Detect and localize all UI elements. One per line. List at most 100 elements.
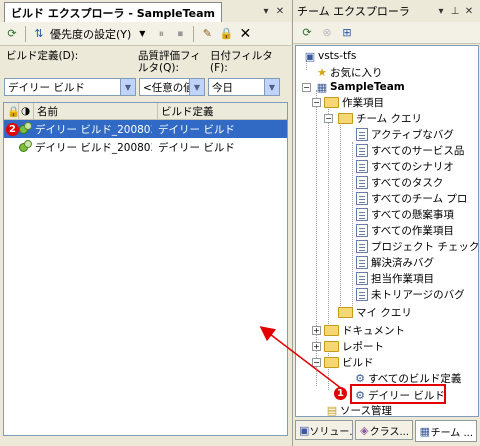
folder-icon bbox=[324, 324, 339, 336]
folder-icon bbox=[338, 306, 353, 318]
column-name[interactable]: 名前 bbox=[34, 103, 158, 119]
query-icon bbox=[356, 223, 368, 237]
tree-query[interactable]: 解決済みバグ bbox=[356, 254, 434, 270]
build-name: デイリー ビルド_20080313.2 bbox=[35, 123, 152, 136]
window-position-icon[interactable]: ▾ bbox=[259, 6, 273, 17]
folder-icon bbox=[324, 340, 339, 352]
priority-icon: ⇅ bbox=[34, 27, 44, 40]
tree-favorites[interactable]: ★ お気に入り bbox=[314, 64, 382, 80]
tree-query[interactable]: すべての作業項目 bbox=[356, 222, 454, 238]
tree-team-queries[interactable]: チーム クエリ bbox=[338, 110, 422, 126]
tree-reports[interactable]: レポート bbox=[324, 338, 384, 354]
daily-build-highlight bbox=[350, 384, 446, 404]
pin-icon[interactable]: ⊥ bbox=[448, 6, 462, 17]
folder-open-icon bbox=[338, 112, 353, 124]
tree-query[interactable]: すべてのサービス品 bbox=[356, 142, 464, 158]
window-position-icon[interactable]: ▾ bbox=[434, 6, 448, 17]
cancel-icon[interactable]: ⊗ bbox=[319, 25, 335, 41]
column-definition[interactable]: ビルド定義 bbox=[158, 103, 287, 119]
collapse-icon[interactable]: − bbox=[302, 83, 311, 92]
close-icon[interactable]: ✕ bbox=[462, 6, 476, 17]
filter-row: デイリー ビルド ▼ <任意の値> ▼ 今日 ▼ bbox=[0, 76, 291, 98]
team-explorer-toolbar: ⟳ ⊗ ⊞ bbox=[293, 22, 480, 44]
tree-my-queries[interactable]: マイ クエリ bbox=[338, 304, 412, 320]
team-explorer-pane: チーム エクスプローラ ▾ ⊥ ✕ ⟳ ⊗ ⊞ ▣ vsts-tfs ★ お気に… bbox=[292, 0, 480, 446]
tree-query[interactable]: すべての懸案事項 bbox=[356, 206, 454, 222]
query-icon bbox=[356, 127, 368, 141]
step-badge: 2 bbox=[6, 122, 19, 136]
pause-icon[interactable]: ⏸ bbox=[153, 26, 169, 42]
tree-server[interactable]: ▣ vsts-tfs bbox=[302, 48, 357, 64]
bottom-tabs: ▣ ソリュー... ◈ クラス... ▦ チーム ... bbox=[295, 420, 479, 444]
definition-filter-select[interactable]: デイリー ビルド ▼ bbox=[4, 78, 136, 96]
status-column-icon[interactable]: ◑ bbox=[19, 103, 34, 119]
step-badge: 1 bbox=[334, 387, 347, 400]
dropdown-arrow-icon[interactable]: ▼ bbox=[134, 26, 150, 42]
tree-source-control[interactable]: ▤ ソース管理 bbox=[324, 402, 392, 417]
tab-solution-explorer[interactable]: ▣ ソリュー... bbox=[295, 420, 353, 440]
class-icon: ◈ bbox=[360, 423, 369, 437]
query-icon bbox=[356, 207, 368, 221]
build-explorer-pane: ビルド エクスプローラ - SampleTeam ▾ ✕ ⟳ ⇅ 優先度の設定(… bbox=[0, 0, 291, 446]
build-name: デイリー ビルド_20080313.1 bbox=[35, 141, 152, 154]
source-control-icon: ▤ bbox=[326, 403, 338, 417]
refresh-icon[interactable]: ⟳ bbox=[299, 25, 315, 41]
query-icon bbox=[356, 239, 368, 253]
expand-icon[interactable]: + bbox=[312, 342, 321, 351]
add-project-icon[interactable]: ⊞ bbox=[339, 25, 355, 41]
build-definition: デイリー ビルド bbox=[158, 123, 235, 136]
star-icon: ★ bbox=[317, 65, 327, 79]
build-icon bbox=[19, 140, 33, 154]
tree-builds[interactable]: ビルド bbox=[324, 354, 374, 370]
list-header: 🔒 ◑ 名前 ビルド定義 bbox=[4, 103, 287, 120]
folder-open-icon bbox=[324, 96, 339, 108]
delete-icon[interactable]: ✕ bbox=[237, 26, 253, 42]
build-row[interactable]: 2 デイリー ビルド_20080313.2 デイリー ビルド bbox=[4, 120, 287, 138]
expand-icon[interactable]: + bbox=[312, 326, 321, 335]
chevron-down-icon[interactable]: ▼ bbox=[264, 79, 279, 95]
stop-icon[interactable]: ⏹ bbox=[172, 26, 188, 42]
build-in-progress-icon bbox=[19, 122, 33, 136]
build-explorer-title[interactable]: ビルド エクスプローラ - SampleTeam bbox=[4, 2, 223, 22]
build-explorer-titlebar: ビルド エクスプローラ - SampleTeam ▾ ✕ bbox=[0, 0, 291, 22]
query-icon bbox=[356, 271, 368, 285]
tab-team-explorer[interactable]: ▦ チーム ... bbox=[415, 420, 477, 442]
chevron-down-icon[interactable]: ▼ bbox=[189, 79, 204, 95]
build-list: 🔒 ◑ 名前 ビルド定義 2 デイリー ビルド_20080313.2 デイリー … bbox=[3, 102, 288, 436]
query-icon bbox=[356, 175, 368, 189]
tree-query[interactable]: プロジェクト チェック bbox=[356, 238, 478, 254]
edit-icon[interactable]: ✎ bbox=[199, 26, 215, 42]
date-filter-select[interactable]: 今日 ▼ bbox=[208, 78, 280, 96]
tree-query[interactable]: 担当作業項目 bbox=[356, 270, 434, 286]
tree-query[interactable]: すべてのタスク bbox=[356, 174, 443, 190]
tree-query[interactable]: アクティブなバグ bbox=[356, 126, 454, 142]
tab-class-view[interactable]: ◈ クラス... bbox=[355, 420, 413, 440]
priority-button[interactable]: 優先度の設定(Y) bbox=[50, 26, 131, 42]
team-explorer-titlebar: チーム エクスプローラ ▾ ⊥ ✕ bbox=[293, 0, 480, 22]
tree-project[interactable]: ▦ SampleTeam bbox=[314, 79, 405, 95]
refresh-icon[interactable]: ⟳ bbox=[4, 26, 20, 42]
query-icon bbox=[356, 143, 368, 157]
project-icon: ▦ bbox=[316, 80, 328, 94]
team-explorer-title[interactable]: チーム エクスプローラ bbox=[297, 3, 410, 19]
collapse-icon[interactable]: − bbox=[312, 358, 321, 367]
tree-query[interactable]: すべてのシナリオ bbox=[356, 158, 454, 174]
lock-column-icon[interactable]: 🔒 bbox=[4, 103, 20, 119]
date-filter-label: 日付フィルタ(F): bbox=[210, 50, 273, 74]
tree-query[interactable]: 未トリアージのバグ bbox=[356, 286, 465, 302]
build-explorer-toolbar: ⟳ ⇅ 優先度の設定(Y) ▼ ⏸ ⏹ ✎ 🔒 ✕ bbox=[0, 22, 291, 46]
quality-filter-select[interactable]: <任意の値> ▼ bbox=[139, 78, 205, 96]
collapse-icon[interactable]: − bbox=[324, 114, 333, 123]
query-icon bbox=[356, 191, 368, 205]
chevron-down-icon[interactable]: ▼ bbox=[120, 79, 135, 95]
tree-work-items[interactable]: 作業項目 bbox=[324, 94, 384, 110]
close-icon[interactable]: ✕ bbox=[273, 6, 287, 17]
collapse-icon[interactable]: − bbox=[312, 98, 321, 107]
filter-labels: ビルド定義(D): 品質評価フィルタ(Q): 日付フィルタ(F): bbox=[0, 46, 291, 76]
tree-query[interactable]: すべてのチーム プロ bbox=[356, 190, 467, 206]
lock-icon[interactable]: 🔒 bbox=[218, 26, 234, 42]
quality-filter-label: 品質評価フィルタ(Q): bbox=[138, 50, 201, 74]
build-row[interactable]: デイリー ビルド_20080313.1 デイリー ビルド bbox=[4, 138, 287, 156]
tree-documents[interactable]: ドキュメント bbox=[324, 322, 405, 338]
folder-open-icon bbox=[324, 356, 339, 368]
